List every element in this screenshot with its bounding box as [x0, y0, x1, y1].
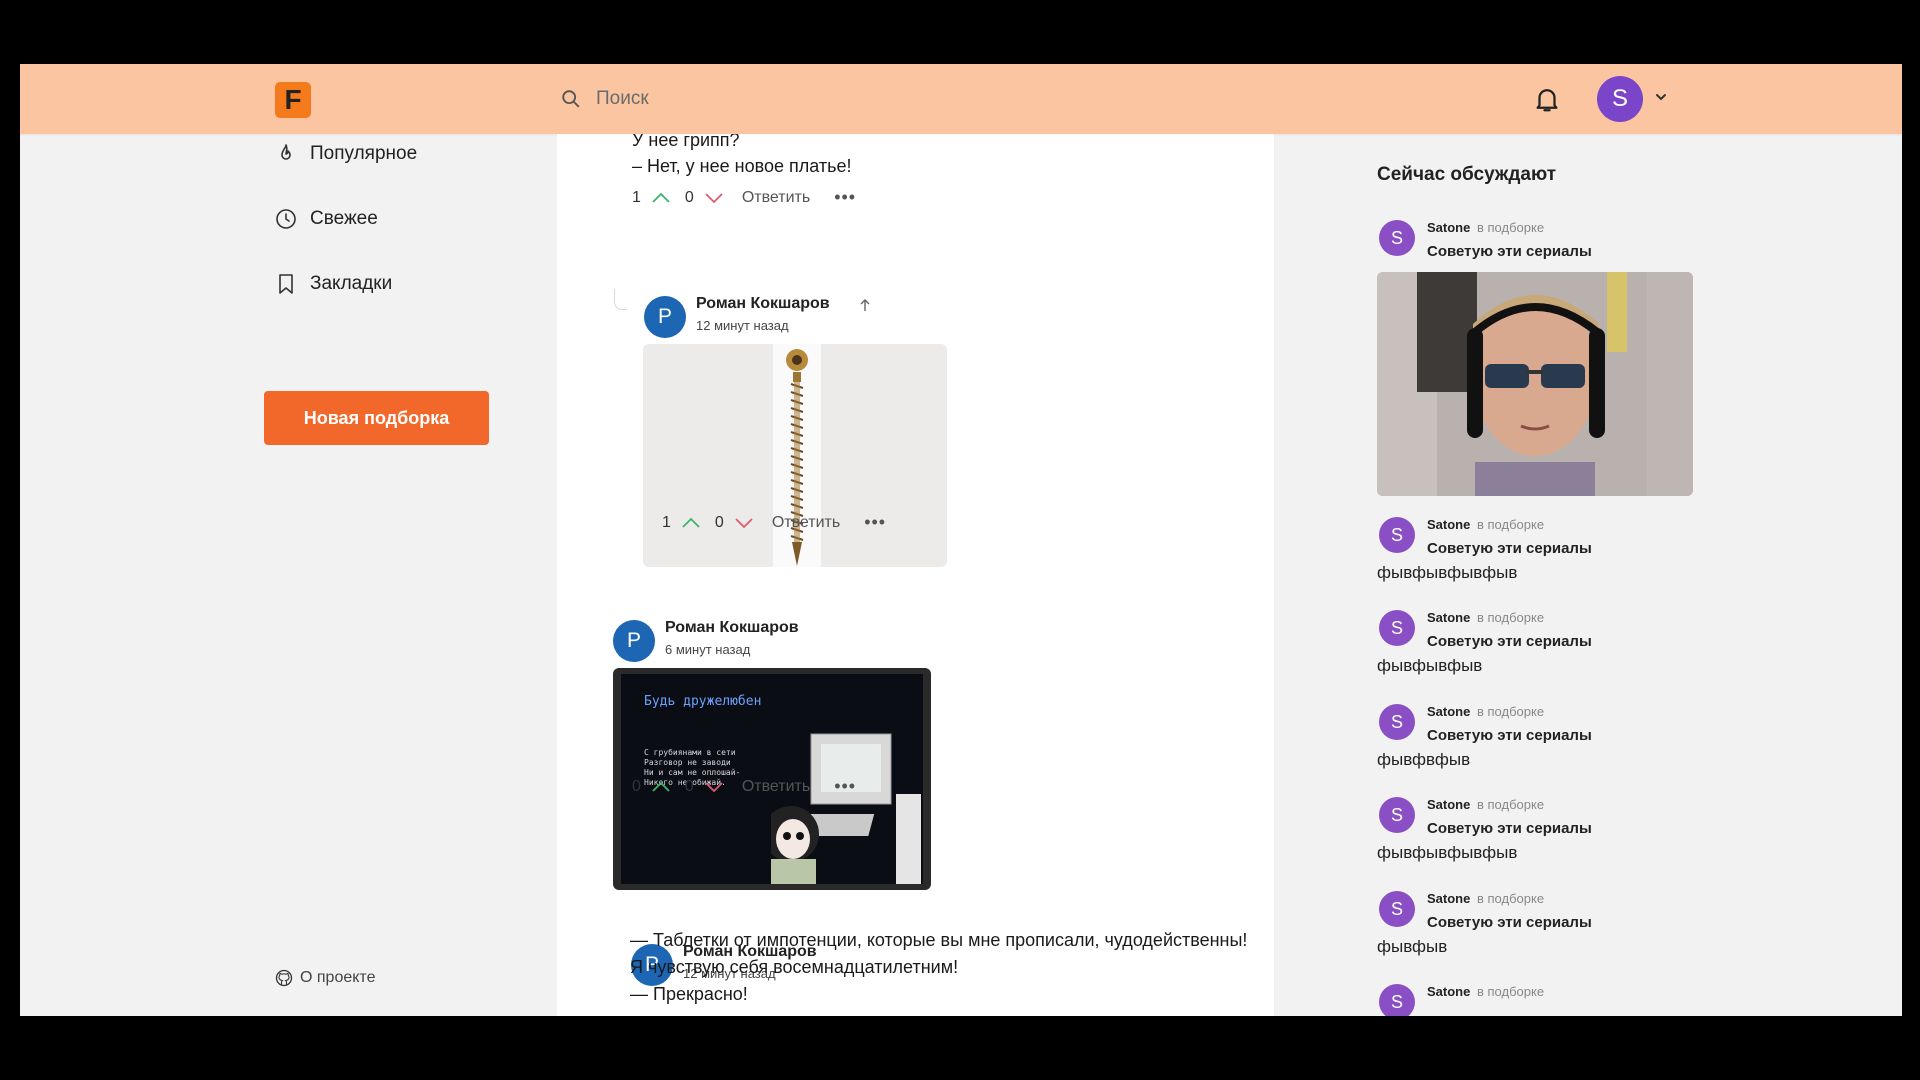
- discussion-collection[interactable]: Советую эти сериалы: [1427, 727, 1592, 744]
- avatar: S: [1379, 891, 1415, 927]
- downvote-count: 0: [714, 513, 724, 531]
- reply-button[interactable]: Ответить: [772, 514, 840, 532]
- chevron-down-icon[interactable]: [1654, 92, 1668, 102]
- sidebar-item-popular[interactable]: Популярное: [274, 142, 417, 166]
- avatar: S: [1379, 610, 1415, 646]
- discussion-text: фывфывфывфыв: [1377, 563, 1518, 582]
- new-collection-button[interactable]: Новая подборка: [264, 391, 489, 445]
- sidebar-item-fresh[interactable]: Свежее: [274, 207, 378, 231]
- comment-image-screw[interactable]: [643, 344, 947, 567]
- comment-actions: 0 0 Ответить •••: [632, 776, 856, 797]
- comment-text: — Таблетки от импотенции, которые вы мне…: [630, 930, 1248, 950]
- discussion-text: фывфыв: [1377, 937, 1448, 956]
- discussion-user[interactable]: Satone: [1427, 517, 1470, 532]
- avatar: S: [1379, 517, 1415, 553]
- discussion-collection[interactable]: Советую эти сериалы: [1427, 633, 1592, 650]
- avatar: S: [1379, 984, 1415, 1016]
- upvote-count: 0: [632, 777, 641, 795]
- discussion-collection[interactable]: Советую эти сериалы: [1427, 243, 1592, 260]
- discussion-collection[interactable]: Советую эти сериалы: [1427, 540, 1592, 557]
- reply-button[interactable]: Ответить: [742, 189, 810, 207]
- author-avatar[interactable]: Р: [644, 296, 686, 338]
- top-bar: F S: [20, 64, 1902, 134]
- discussion-user[interactable]: Satone: [1427, 891, 1470, 906]
- more-options-button[interactable]: •••: [864, 512, 886, 533]
- discussing-now-title: Сейчас обсуждают: [1377, 164, 1557, 185]
- discussion-user[interactable]: Satone: [1427, 220, 1470, 235]
- more-options-button[interactable]: •••: [834, 187, 856, 208]
- comment-actions: 1 0 Ответить •••: [632, 187, 856, 208]
- avatar: S: [1379, 797, 1415, 833]
- discussion-user[interactable]: Satone: [1427, 984, 1470, 999]
- discussion-user[interactable]: Satone: [1427, 610, 1470, 625]
- discussion-context: в подборке: [1477, 891, 1545, 906]
- downvote-count: 0: [684, 188, 694, 206]
- bookmark-icon: [279, 274, 293, 294]
- logo[interactable]: F: [275, 82, 311, 118]
- downvote-icon[interactable]: [734, 517, 754, 529]
- comment-text: — Прекрасно!: [630, 984, 748, 1004]
- author-name[interactable]: Роман Кокшаров: [696, 295, 830, 313]
- discussion-context: в подборке: [1477, 610, 1545, 625]
- discussion-text: фывфвфыв: [1377, 750, 1471, 769]
- author-name[interactable]: Роман Кокшаров: [665, 619, 799, 637]
- upvote-icon[interactable]: [681, 517, 701, 529]
- discussion-text: фывфывфывфыв: [1377, 843, 1518, 862]
- search-bar[interactable]: [560, 80, 1260, 118]
- discussion-context: в подборке: [1477, 797, 1545, 812]
- discussion-collection[interactable]: Советую эти сериалы: [1427, 820, 1592, 837]
- screw-illustration: [786, 349, 808, 566]
- arrow-up-icon[interactable]: [859, 298, 871, 312]
- more-options-button[interactable]: •••: [834, 776, 856, 797]
- sidebar-item-label: Популярное: [310, 143, 418, 164]
- downvote-icon[interactable]: [704, 781, 724, 793]
- upvote-icon[interactable]: [651, 781, 671, 793]
- reply-button[interactable]: Ответить: [742, 778, 810, 796]
- upvote-count: 1: [662, 513, 671, 531]
- search-input[interactable]: [594, 87, 1198, 111]
- comment-text: – Нет, у нее новое платье!: [632, 156, 852, 176]
- discussion-context: в подборке: [1477, 984, 1545, 999]
- bell-icon[interactable]: [1532, 84, 1562, 114]
- comment-text: Я чувствую себя восемнадцатилетним!: [630, 957, 959, 977]
- sidebar-item-bookmarks[interactable]: Закладки: [274, 272, 392, 296]
- image-caption: Будь дружелюбен: [644, 694, 762, 709]
- avatar: S: [1379, 220, 1415, 256]
- upvote-count: 1: [632, 188, 641, 206]
- discussion-context: в подборке: [1477, 704, 1545, 719]
- upvote-icon[interactable]: [651, 192, 671, 204]
- flame-icon: [281, 144, 291, 160]
- person-photo: [1377, 272, 1693, 496]
- computer-girl-illustration: [771, 733, 921, 884]
- downvote-icon[interactable]: [704, 192, 724, 204]
- sidebar-item-label: Свежее: [310, 208, 378, 229]
- comment-time: 6 минут назад: [665, 642, 751, 657]
- search-icon: [562, 90, 580, 108]
- downvote-count: 0: [684, 777, 694, 795]
- comment-actions: 1 0 Ответить •••: [662, 512, 886, 533]
- discussion-photo[interactable]: [1377, 272, 1693, 496]
- author-avatar[interactable]: Р: [613, 620, 655, 662]
- discussion-text: фывфывфыв: [1377, 656, 1483, 675]
- github-icon: [275, 969, 293, 987]
- clock-icon: [276, 209, 296, 229]
- discussion-user[interactable]: Satone: [1427, 704, 1470, 719]
- discussion-context: в подборке: [1477, 517, 1545, 532]
- thread-line: [614, 289, 627, 310]
- sidebar-item-label: Закладки: [310, 273, 393, 294]
- comment-text: У нее грипп?: [632, 134, 740, 150]
- discussion-context: в подборке: [1477, 220, 1545, 235]
- about-label: О проекте: [300, 969, 376, 986]
- discussion-user[interactable]: Satone: [1427, 797, 1470, 812]
- app-window: F S Популярное Свежее: [20, 64, 1902, 1016]
- avatar: S: [1379, 704, 1415, 740]
- about-project-link[interactable]: О проекте: [274, 968, 375, 988]
- discussion-collection[interactable]: Советую эти сериалы: [1427, 914, 1592, 931]
- comment-time: 12 минут назад: [696, 318, 789, 333]
- comments-feed: У нее грипп? – Нет, у нее новое платье! …: [557, 134, 1274, 1016]
- user-avatar[interactable]: S: [1597, 76, 1643, 122]
